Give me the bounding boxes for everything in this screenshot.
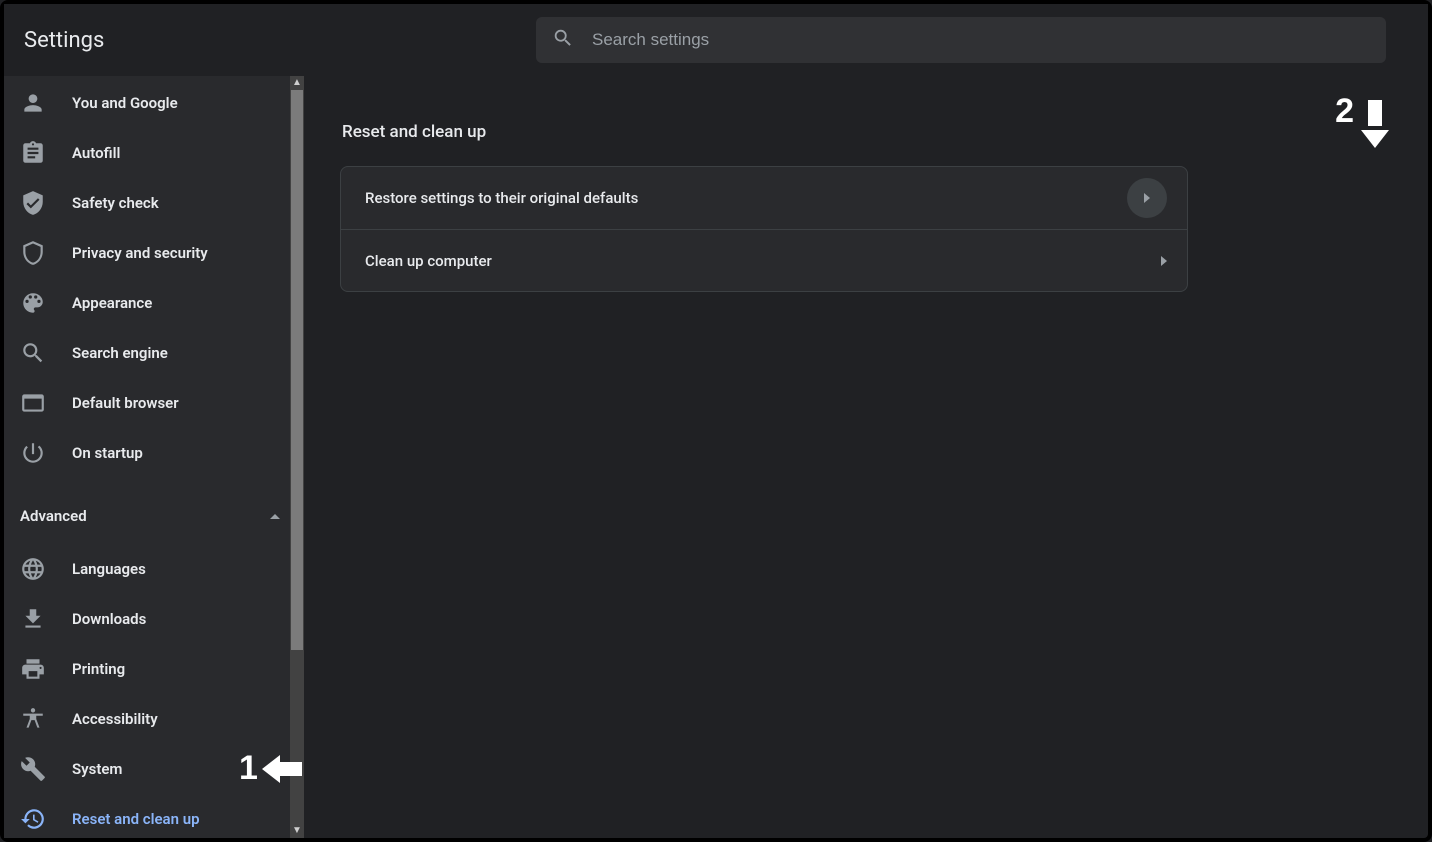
arrow-down-icon [1364,100,1386,148]
sidebar-item-label: System [72,760,122,778]
sidebar-item-on-startup[interactable]: On startup [4,428,304,478]
palette-icon [20,290,46,316]
settings-header: Settings [4,4,1428,76]
scrollbar-thumb[interactable] [291,90,303,650]
power-icon [20,440,46,466]
sidebar-item-printing[interactable]: Printing [4,644,304,694]
restore-icon [20,806,46,832]
row-restore-defaults[interactable]: Restore settings to their original defau… [341,167,1187,229]
browser-icon [20,390,46,416]
print-icon [20,656,46,682]
sidebar-item-languages[interactable]: Languages [4,544,304,594]
search-icon [552,27,574,53]
sidebar-item-privacy-security[interactable]: Privacy and security [4,228,304,278]
sidebar-advanced-toggle[interactable]: Advanced [4,488,304,544]
row-label: Restore settings to their original defau… [365,189,638,207]
globe-icon [20,556,46,582]
sidebar-item-you-and-google[interactable]: You and Google [4,78,304,128]
sidebar-item-appearance[interactable]: Appearance [4,278,304,328]
person-icon [20,90,46,116]
row-label: Clean up computer [365,252,492,270]
sidebar: You and Google Autofill Safety check Pri… [4,76,304,838]
sidebar-item-accessibility[interactable]: Accessibility [4,694,304,744]
sidebar-item-label: Accessibility [72,710,158,728]
scrollbar-up-icon[interactable]: ▲ [290,76,304,90]
shield-icon [20,240,46,266]
search-input[interactable] [592,30,1370,50]
sidebar-item-label: Search engine [72,344,168,362]
shield-check-icon [20,190,46,216]
sidebar-item-reset-cleanup[interactable]: Reset and clean up [4,794,304,838]
arrow-left-icon [262,758,302,780]
section-title: Reset and clean up [342,122,1392,142]
row-clean-up-computer[interactable]: Clean up computer [341,229,1187,291]
sidebar-item-label: Safety check [72,194,159,212]
annotation-number: 2 [1335,92,1354,131]
sidebar-item-default-browser[interactable]: Default browser [4,378,304,428]
layout: You and Google Autofill Safety check Pri… [4,76,1428,838]
sidebar-item-label: Languages [72,560,146,578]
sidebar-item-label: You and Google [72,94,178,112]
search-icon [20,340,46,366]
sidebar-item-label: On startup [72,444,143,462]
sidebar-item-search-engine[interactable]: Search engine [4,328,304,378]
sidebar-advanced-label: Advanced [20,507,87,525]
scrollbar-down-icon[interactable]: ▼ [290,824,304,838]
annotation-2: 2 [1335,92,1386,148]
search-box[interactable] [536,17,1386,63]
page-title: Settings [24,28,536,53]
sidebar-item-autofill[interactable]: Autofill [4,128,304,178]
arrow-button[interactable] [1127,178,1167,218]
chevron-right-icon [1161,256,1167,266]
search-wrap [536,17,1408,63]
sidebar-item-downloads[interactable]: Downloads [4,594,304,644]
sidebar-item-label: Autofill [72,144,120,162]
sidebar-item-label: Reset and clean up [72,810,200,828]
wrench-icon [20,756,46,782]
reset-cleanup-card: Restore settings to their original defau… [340,166,1188,292]
sidebar-item-safety-check[interactable]: Safety check [4,178,304,228]
accessibility-icon [20,706,46,732]
annotation-number: 1 [239,749,258,788]
sidebar-item-label: Privacy and security [72,244,208,262]
sidebar-scrollbar[interactable]: ▲ ▼ [290,76,304,838]
download-icon [20,606,46,632]
main-content: Reset and clean up Restore settings to t… [304,76,1428,838]
sidebar-item-label: Default browser [72,394,179,412]
chevron-up-icon [270,514,280,519]
chevron-right-icon [1144,193,1150,203]
sidebar-item-label: Printing [72,660,125,678]
annotation-1: 1 [239,749,302,788]
sidebar-item-label: Downloads [72,610,146,628]
sidebar-item-label: Appearance [72,294,152,312]
clipboard-icon [20,140,46,166]
